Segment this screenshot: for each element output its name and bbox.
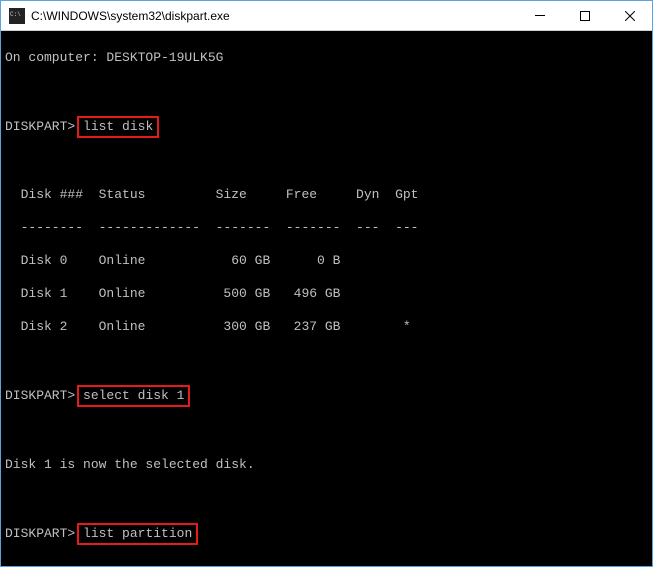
titlebar[interactable]: C:\WINDOWS\system32\diskpart.exe [1, 1, 652, 31]
minimize-button[interactable] [517, 1, 562, 30]
prompt: DISKPART> [5, 526, 75, 541]
disk-divider: -------- ------------- ------- ------- -… [5, 220, 648, 237]
window-title: C:\WINDOWS\system32\diskpart.exe [31, 9, 517, 23]
computer-line: On computer: DESKTOP-19ULK5G [5, 50, 648, 67]
disk-header: Disk ### Status Size Free Dyn Gpt [5, 187, 648, 204]
cmd-icon [9, 8, 25, 24]
close-button[interactable] [607, 1, 652, 30]
msg-disk-selected: Disk 1 is now the selected disk. [5, 457, 648, 474]
terminal-area[interactable]: On computer: DESKTOP-19ULK5G DISKPART> l… [1, 31, 652, 566]
maximize-button[interactable] [562, 1, 607, 30]
window-controls [517, 1, 652, 30]
prompt: DISKPART> [5, 119, 75, 134]
computer-name: DESKTOP-19ULK5G [106, 50, 223, 65]
command-list-partition: list partition [77, 523, 198, 545]
diskpart-window: C:\WINDOWS\system32\diskpart.exe On comp… [0, 0, 653, 567]
table-row: Disk 1 Online 500 GB 496 GB [5, 286, 648, 303]
table-row: Disk 2 Online 300 GB 237 GB * [5, 319, 648, 336]
prompt: DISKPART> [5, 388, 75, 403]
command-select-disk: select disk 1 [77, 385, 190, 407]
table-row: Disk 0 Online 60 GB 0 B [5, 253, 648, 270]
command-list-disk: list disk [77, 116, 159, 138]
computer-prefix: On computer: [5, 50, 106, 65]
